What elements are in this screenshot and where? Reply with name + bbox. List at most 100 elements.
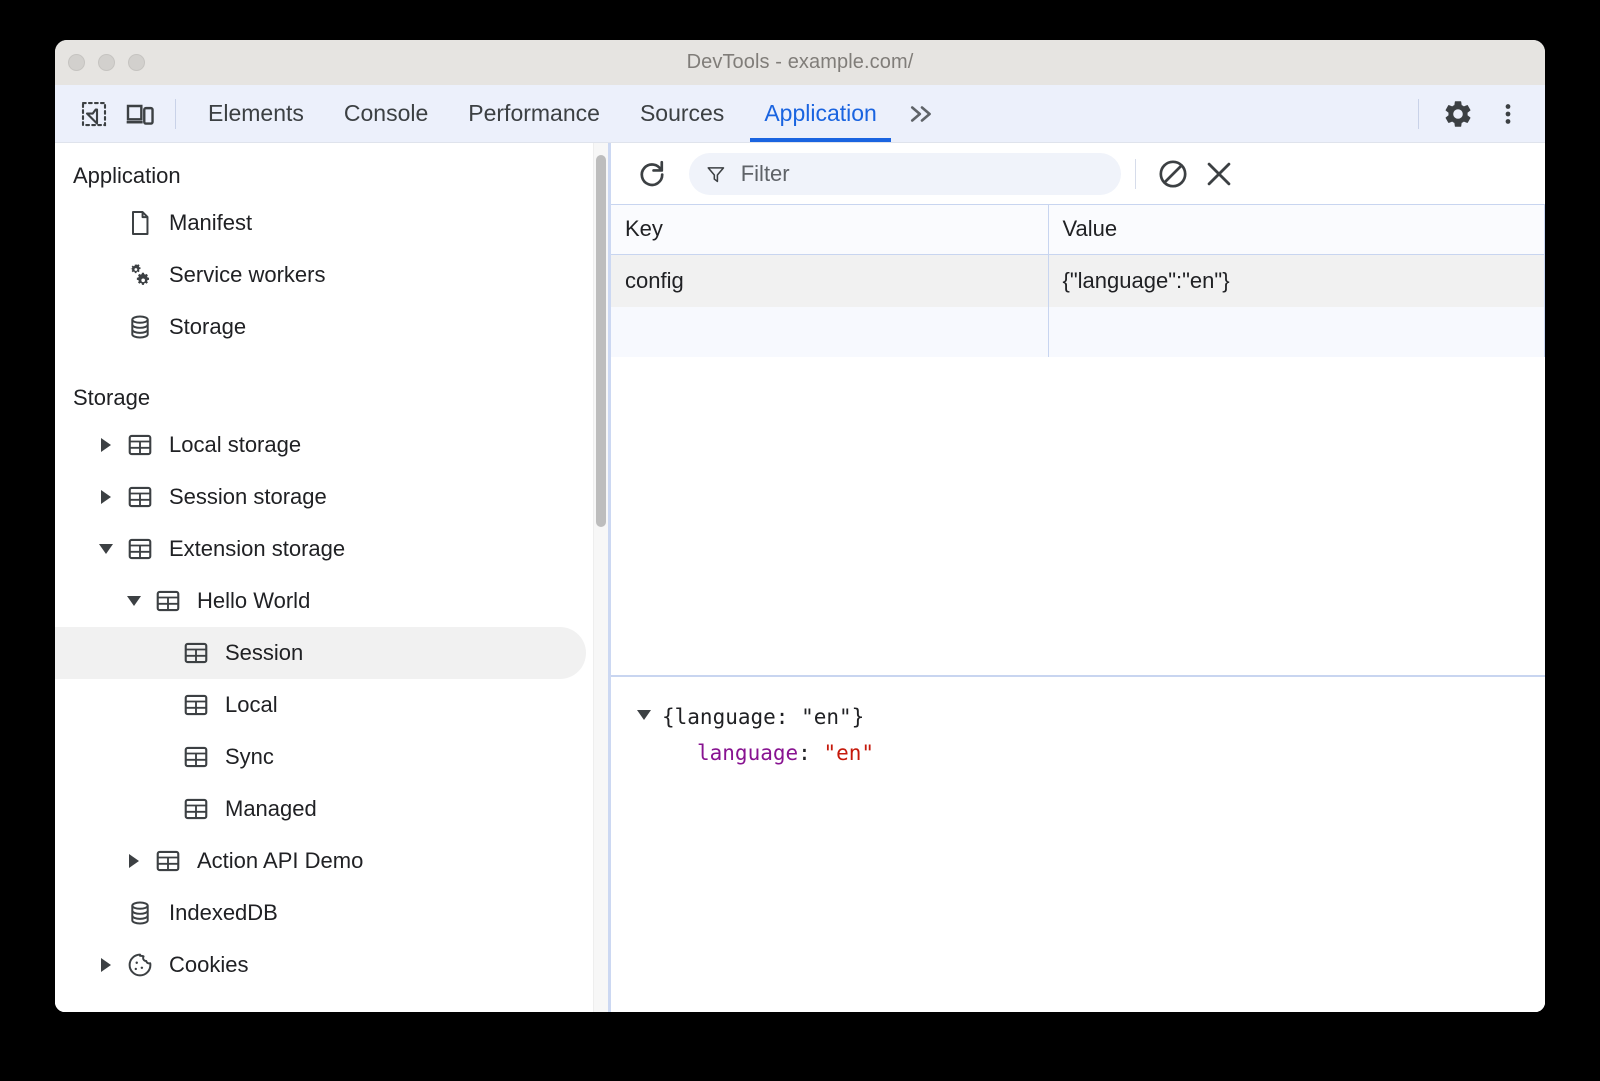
- application-sidebar: Application Manifest Service workers Sto…: [55, 143, 608, 1012]
- table-icon: [151, 587, 185, 615]
- sidebar-scrollbar-thumb[interactable]: [596, 155, 606, 527]
- settings-gear-icon[interactable]: [1435, 92, 1481, 136]
- sidebar-item-label: Local storage: [169, 432, 302, 457]
- more-options-icon[interactable]: [1485, 92, 1531, 136]
- sidebar-item-label: Session: [225, 640, 304, 665]
- clear-all-icon[interactable]: [1150, 151, 1196, 197]
- tab-elements[interactable]: Elements: [188, 85, 324, 142]
- tabbar-actions: [1406, 92, 1531, 136]
- sidebar-item-label: Sync: [225, 744, 274, 769]
- sidebar-item-managed[interactable]: Managed: [55, 783, 608, 835]
- expand-arrow-icon[interactable]: [117, 854, 151, 868]
- sidebar-item-label: Session storage: [169, 484, 327, 509]
- sidebar-scrollbar-track[interactable]: [593, 143, 608, 1012]
- tab-sources[interactable]: Sources: [620, 85, 744, 142]
- devtools-body: Application Manifest Service workers Sto…: [55, 142, 1545, 1012]
- sidebar-item-label: Service workers: [169, 262, 326, 287]
- expand-arrow-icon[interactable]: [89, 490, 123, 504]
- preview-entry: language: "en": [637, 735, 1545, 771]
- tab-application[interactable]: Application: [744, 85, 897, 142]
- filter-funnel-icon: [707, 166, 725, 182]
- window-controls: [68, 54, 145, 71]
- refresh-icon[interactable]: [629, 151, 675, 197]
- filter-input-container[interactable]: [689, 152, 1121, 195]
- tab-console[interactable]: Console: [324, 85, 448, 142]
- table-row[interactable]: config {"language":"en"}: [611, 254, 1545, 307]
- close-button[interactable]: [68, 54, 85, 71]
- sidebar-item-local[interactable]: Local: [55, 679, 608, 731]
- sidebar-item-label: Storage: [169, 314, 247, 339]
- tabbar-divider: [175, 98, 176, 129]
- cell-value-empty[interactable]: [1048, 307, 1545, 357]
- cookie-icon: [123, 951, 157, 979]
- minimize-button[interactable]: [98, 54, 115, 71]
- value-preview-pane: {language: "en"} language: "en": [611, 677, 1545, 1012]
- sidebar-item-storage[interactable]: Storage: [55, 301, 608, 353]
- manifest-document-icon: [123, 209, 157, 237]
- preview-entry-value: "en": [823, 741, 875, 766]
- sidebar-item-label: Action API Demo: [197, 848, 364, 873]
- sidebar-item-sync[interactable]: Sync: [55, 731, 608, 783]
- window-title: DevTools - example.com/: [686, 51, 914, 73]
- collapse-arrow-icon[interactable]: [89, 544, 123, 554]
- sidebar-item-cookies[interactable]: Cookies: [55, 939, 608, 991]
- sidebar-item-session[interactable]: Session: [55, 627, 586, 679]
- close-x-icon[interactable]: [1196, 151, 1242, 197]
- table-icon: [179, 691, 213, 719]
- storage-database-icon: [123, 313, 157, 341]
- sidebar-item-session-storage[interactable]: Session storage: [55, 471, 608, 523]
- sidebar-tree: Application Manifest Service workers Sto…: [55, 143, 608, 991]
- sidebar-item-label: Cookies: [169, 952, 249, 977]
- device-toolbar-icon[interactable]: [117, 92, 163, 136]
- storage-panel: Key Value config {"language":"en"}: [611, 143, 1545, 1012]
- service-workers-gears-icon: [123, 261, 157, 289]
- preview-root-line: {language: "en"}: [637, 699, 1545, 735]
- expand-arrow-icon[interactable]: [89, 958, 123, 972]
- table-icon: [151, 847, 185, 875]
- collapse-arrow-icon[interactable]: [117, 596, 151, 606]
- cell-key[interactable]: config: [611, 254, 1049, 307]
- storage-items-table: Key Value config {"language":"en"}: [611, 204, 1545, 677]
- collapse-arrow-icon[interactable]: [637, 710, 651, 720]
- storage-toolbar: [611, 143, 1545, 204]
- column-header-key[interactable]: Key: [611, 205, 1049, 255]
- sidebar-item-local-storage[interactable]: Local storage: [55, 419, 608, 471]
- toolbar-divider: [1135, 158, 1136, 189]
- tabbar-right-divider: [1418, 98, 1419, 129]
- sidebar-item-indexeddb[interactable]: IndexedDB: [55, 887, 608, 939]
- inspect-element-icon[interactable]: [71, 92, 117, 136]
- cell-key-empty[interactable]: [611, 307, 1049, 357]
- sidebar-item-label: Managed: [225, 796, 317, 821]
- sidebar-item-label: IndexedDB: [169, 900, 278, 925]
- preview-root-text: {language: "en"}: [662, 705, 865, 729]
- devtools-window: DevTools - example.com/ Elements Console…: [55, 40, 1545, 1012]
- devtools-tabbar: Elements Console Performance Sources App…: [55, 85, 1545, 142]
- sidebar-item-action-api-demo[interactable]: Action API Demo: [55, 835, 608, 887]
- sidebar-item-extension-storage[interactable]: Extension storage: [55, 523, 608, 575]
- sidebar-item-manifest[interactable]: Manifest: [55, 197, 608, 249]
- table-icon: [179, 795, 213, 823]
- maximize-button[interactable]: [128, 54, 145, 71]
- storage-database-icon: [123, 899, 157, 927]
- table-icon: [123, 535, 157, 563]
- sidebar-section-gap: [55, 353, 608, 379]
- search-input[interactable]: [738, 159, 1105, 188]
- table-empty-row[interactable]: [611, 307, 1545, 357]
- window-titlebar: DevTools - example.com/: [55, 40, 1545, 85]
- column-header-value[interactable]: Value: [1048, 205, 1545, 255]
- table-icon: [123, 483, 157, 511]
- expand-arrow-icon[interactable]: [89, 438, 123, 452]
- table-icon: [123, 431, 157, 459]
- sidebar-section-storage-title: Storage: [73, 385, 151, 410]
- sidebar-item-service-workers[interactable]: Service workers: [55, 249, 608, 301]
- sidebar-item-label: Local: [225, 692, 278, 717]
- more-tabs-icon[interactable]: [897, 92, 947, 136]
- tab-performance[interactable]: Performance: [448, 85, 620, 142]
- sidebar-item-hello-world[interactable]: Hello World: [55, 575, 608, 627]
- sidebar-item-label: Extension storage: [169, 536, 346, 561]
- sidebar-item-label: Manifest: [169, 210, 253, 235]
- preview-entry-separator: :: [798, 741, 811, 766]
- sidebar-item-label: Hello World: [197, 588, 311, 613]
- cell-value[interactable]: {"language":"en"}: [1048, 254, 1545, 307]
- table-icon: [179, 639, 213, 667]
